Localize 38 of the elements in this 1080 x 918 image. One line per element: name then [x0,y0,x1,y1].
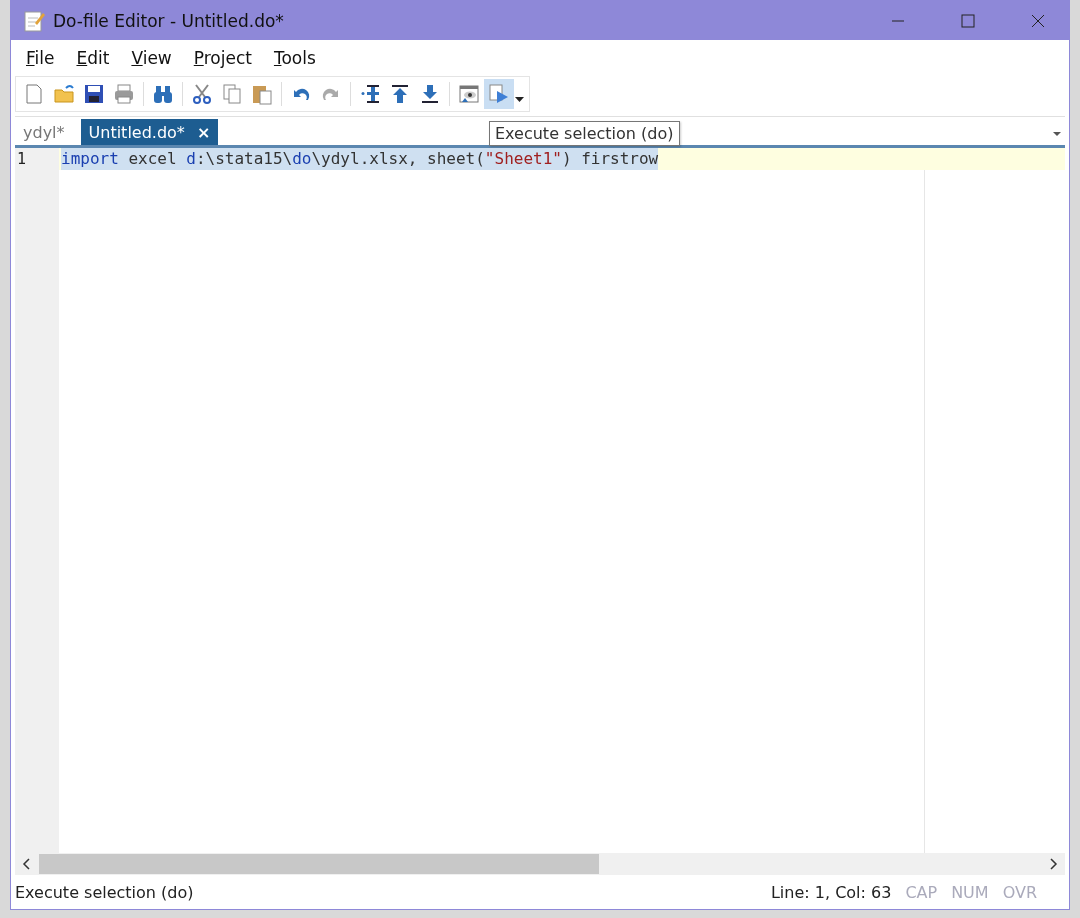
key-indicator: NUM [951,882,989,902]
menu-item[interactable]: Project [184,48,261,68]
horizontal-scrollbar[interactable] [15,853,1065,875]
maximize-icon [961,13,975,28]
close-icon [1031,13,1045,28]
copy-icon [221,83,243,105]
line-number: 1 [16,149,28,170]
file-tab[interactable]: Untitled.do* × [80,119,219,145]
tooltip: Execute selection (do) [489,121,680,146]
printer-icon [113,83,135,105]
minimize-icon [891,19,905,22]
chevron-left-icon [22,858,32,870]
tab-label: Untitled.do* [88,122,185,142]
menu-item[interactable]: Edit [67,48,119,68]
notepad-icon [23,8,45,33]
tab-label: ydyl* [23,122,65,142]
cursor-position: Line: 1, Col: 63 [770,882,892,902]
binoculars-icon [152,83,174,105]
arrow-up-icon [389,83,411,105]
close-tab-button[interactable]: × [196,122,211,142]
menu-item[interactable]: View [122,48,181,68]
eye-window-icon [458,83,480,105]
chevron-right-icon [1048,858,1058,870]
folder-icon [53,83,75,105]
menu-item[interactable]: Tools [264,48,325,68]
status-message: Execute selection (do) [15,882,194,902]
run-page-icon [488,83,510,105]
window-title: Do-file Editor - Untitled.do* [53,10,285,31]
menu-item[interactable]: File [17,48,64,68]
add-bookmark-icon [359,83,381,105]
scissors-icon [191,83,213,105]
file-tab[interactable]: ydyl* [15,119,73,145]
arrow-down-icon [419,83,441,105]
blank-page-icon [23,83,45,105]
key-indicator: CAP [905,882,938,902]
clipboard-icon [251,83,273,105]
key-indicator: OVR [1002,882,1037,902]
scrollbar-thumb[interactable] [39,854,599,874]
